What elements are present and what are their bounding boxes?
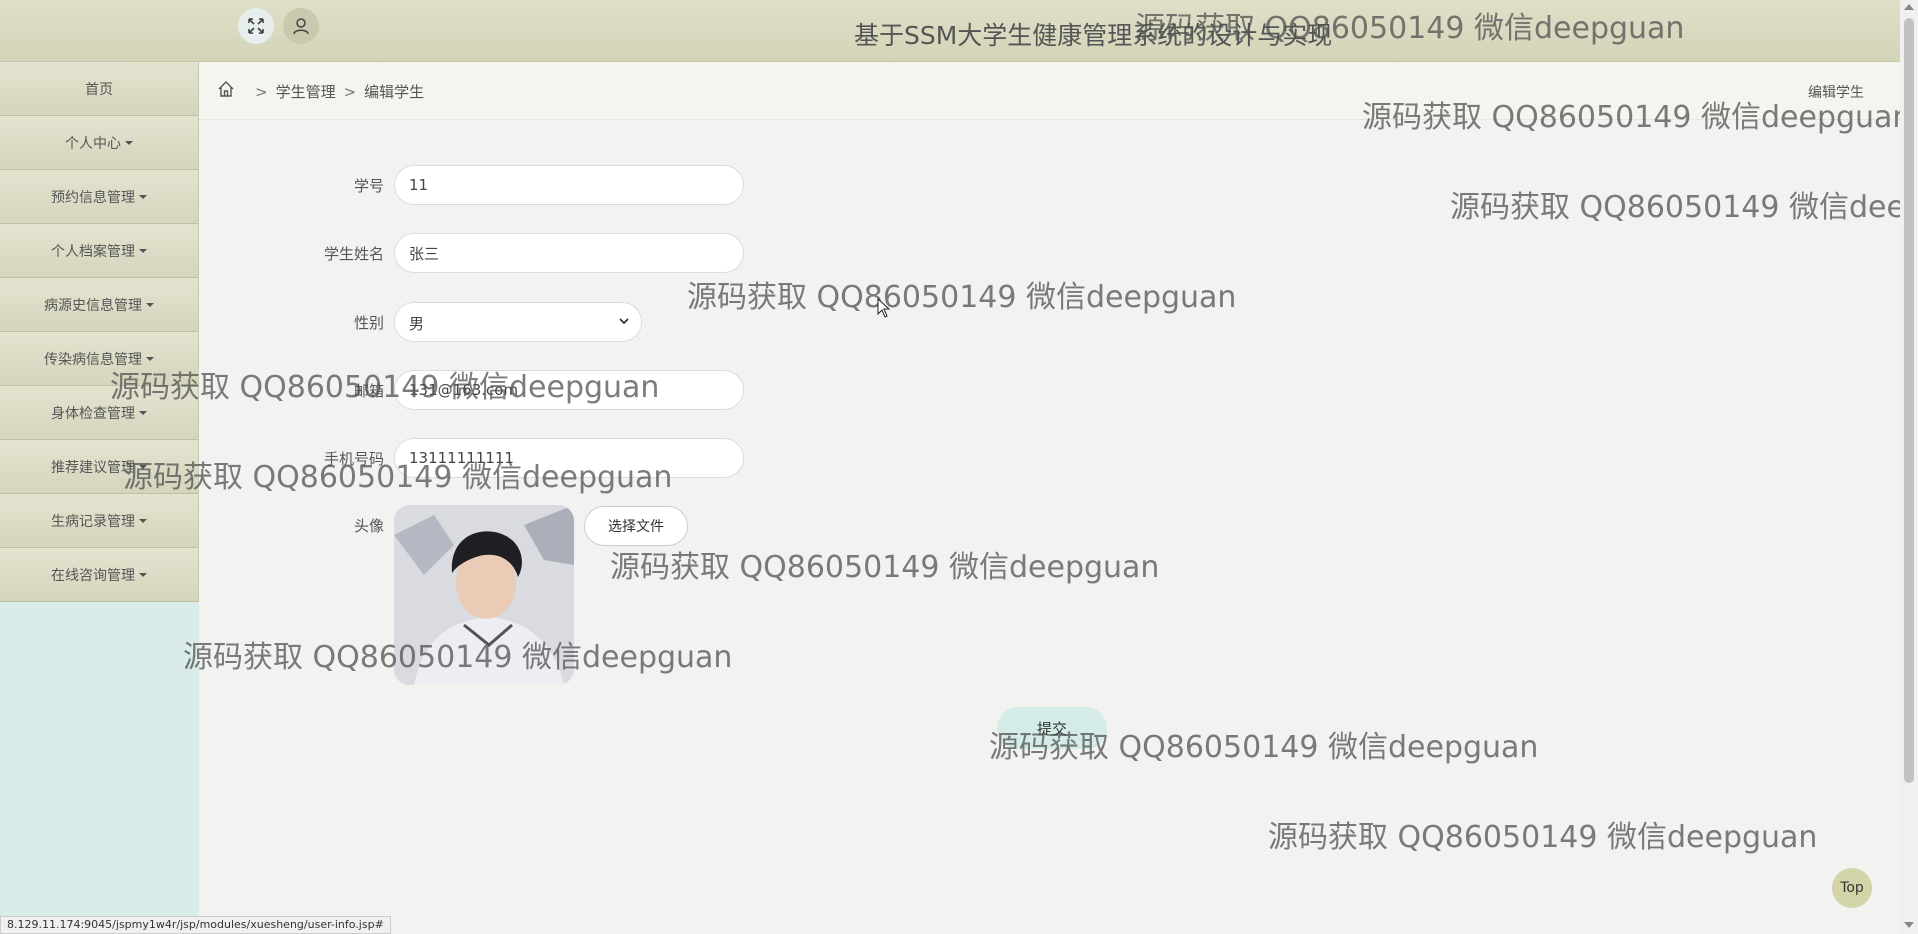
top-bar: 基于SSM大学生健康管理系统的设计与实现 — [0, 0, 1900, 62]
avatar-label: 头像 — [353, 517, 384, 535]
sidebar-item-label: 预约信息管理 — [51, 189, 135, 206]
form-row-name: 学生姓名 — [199, 233, 1099, 273]
vertical-scrollbar[interactable] — [1900, 0, 1918, 934]
sidebar-item-personal-records[interactable]: 个人档案管理 — [0, 224, 199, 278]
student-id-input[interactable] — [394, 165, 744, 205]
gender-label: 性别 — [353, 314, 384, 332]
email-input[interactable] — [394, 370, 744, 410]
watermark-text: 源码获取 QQ86050149 微信deepguan — [1450, 190, 1900, 225]
sidebar-item-label: 传染病信息管理 — [44, 351, 142, 368]
sidebar-item-illness-records[interactable]: 生病记录管理 — [0, 494, 199, 548]
mouse-cursor-icon — [877, 298, 891, 318]
breadcrumb: > 学生管理 > 编辑学生 编辑学生 — [199, 62, 1900, 120]
caret-down-icon — [139, 248, 147, 253]
sidebar-item-label: 个人档案管理 — [51, 243, 135, 260]
user-button[interactable] — [283, 8, 319, 44]
avatar-photo — [394, 505, 574, 685]
caret-down-icon — [139, 194, 147, 199]
phone-label: 手机号码 — [323, 450, 384, 468]
sidebar-item-recommendations[interactable]: 推荐建议管理 — [0, 440, 199, 494]
sidebar-item-online-consult[interactable]: 在线咨询管理 — [0, 548, 199, 602]
form-row-email: 邮箱 — [199, 370, 1099, 410]
back-to-top-button[interactable]: Top — [1832, 868, 1872, 908]
form-row-phone: 手机号码 — [199, 438, 1099, 478]
caret-down-icon — [139, 410, 147, 415]
form-row-avatar: 头像 选择文件 — [199, 505, 1099, 685]
gender-select[interactable]: 男 — [394, 302, 642, 342]
page-title: 编辑学生 — [1808, 85, 1864, 101]
expand-icon — [248, 18, 264, 34]
sidebar-item-label: 生病记录管理 — [51, 513, 135, 530]
status-url: 8.129.11.174:9045/jspmy1w4r/jsp/modules/… — [0, 916, 391, 934]
form-row-gender: 性别 男 — [199, 302, 1099, 342]
sidebar-item-label: 身体检查管理 — [51, 405, 135, 422]
sidebar-item-label: 病源史信息管理 — [44, 297, 142, 314]
email-label: 邮箱 — [353, 382, 384, 400]
caret-down-icon — [139, 464, 147, 469]
submit-button[interactable]: 提交 — [997, 707, 1107, 749]
sidebar: 首页 个人中心 预约信息管理 个人档案管理 病源史信息管理 传染病信息管理 身体… — [0, 62, 199, 934]
scroll-up-icon[interactable] — [1904, 4, 1914, 10]
chevron-down-icon — [619, 318, 629, 325]
breadcrumb-separator: > — [343, 83, 357, 101]
choose-file-button[interactable]: 选择文件 — [584, 506, 688, 546]
sidebar-item-personal-center[interactable]: 个人中心 — [0, 116, 199, 170]
sidebar-item-label: 在线咨询管理 — [51, 567, 135, 584]
scrollbar-thumb[interactable] — [1904, 18, 1914, 783]
sidebar-item-infectious-disease[interactable]: 传染病信息管理 — [0, 332, 199, 386]
breadcrumb-separator: > — [255, 83, 268, 101]
sidebar-item-label: 个人中心 — [65, 135, 121, 152]
sidebar-item-appointments[interactable]: 预约信息管理 — [0, 170, 199, 224]
system-title: 基于SSM大学生健康管理系统的设计与实现 — [854, 21, 1333, 50]
sidebar-item-physical-exam[interactable]: 身体检查管理 — [0, 386, 199, 440]
name-input[interactable] — [394, 233, 744, 273]
app-root: 基于SSM大学生健康管理系统的设计与实现 首页 个人中心 预约信息管理 个人档案… — [0, 0, 1918, 934]
sidebar-item-medical-history[interactable]: 病源史信息管理 — [0, 278, 199, 332]
phone-input[interactable] — [394, 438, 744, 478]
breadcrumb-current: 编辑学生 — [364, 83, 425, 101]
form-row-student-id: 学号 — [199, 165, 1099, 205]
gender-selected-value: 男 — [409, 315, 425, 333]
scroll-down-icon[interactable] — [1904, 922, 1914, 928]
caret-down-icon — [146, 302, 154, 307]
home-icon[interactable] — [217, 80, 235, 98]
caret-down-icon — [146, 356, 154, 361]
student-id-label: 学号 — [353, 177, 384, 195]
caret-down-icon — [139, 518, 147, 523]
sidebar-item-label: 首页 — [85, 81, 113, 98]
caret-down-icon — [139, 572, 147, 577]
watermark-text: 源码获取 QQ86050149 微信deepguan — [1268, 820, 1818, 855]
fullscreen-button[interactable] — [238, 8, 274, 44]
sidebar-item-home[interactable]: 首页 — [0, 62, 199, 116]
name-label: 学生姓名 — [323, 245, 384, 263]
caret-down-icon — [125, 140, 133, 145]
sidebar-item-label: 推荐建议管理 — [51, 459, 135, 476]
breadcrumb-student-management[interactable]: 学生管理 — [276, 83, 336, 101]
avatar-image — [394, 505, 574, 685]
user-icon — [293, 18, 309, 35]
